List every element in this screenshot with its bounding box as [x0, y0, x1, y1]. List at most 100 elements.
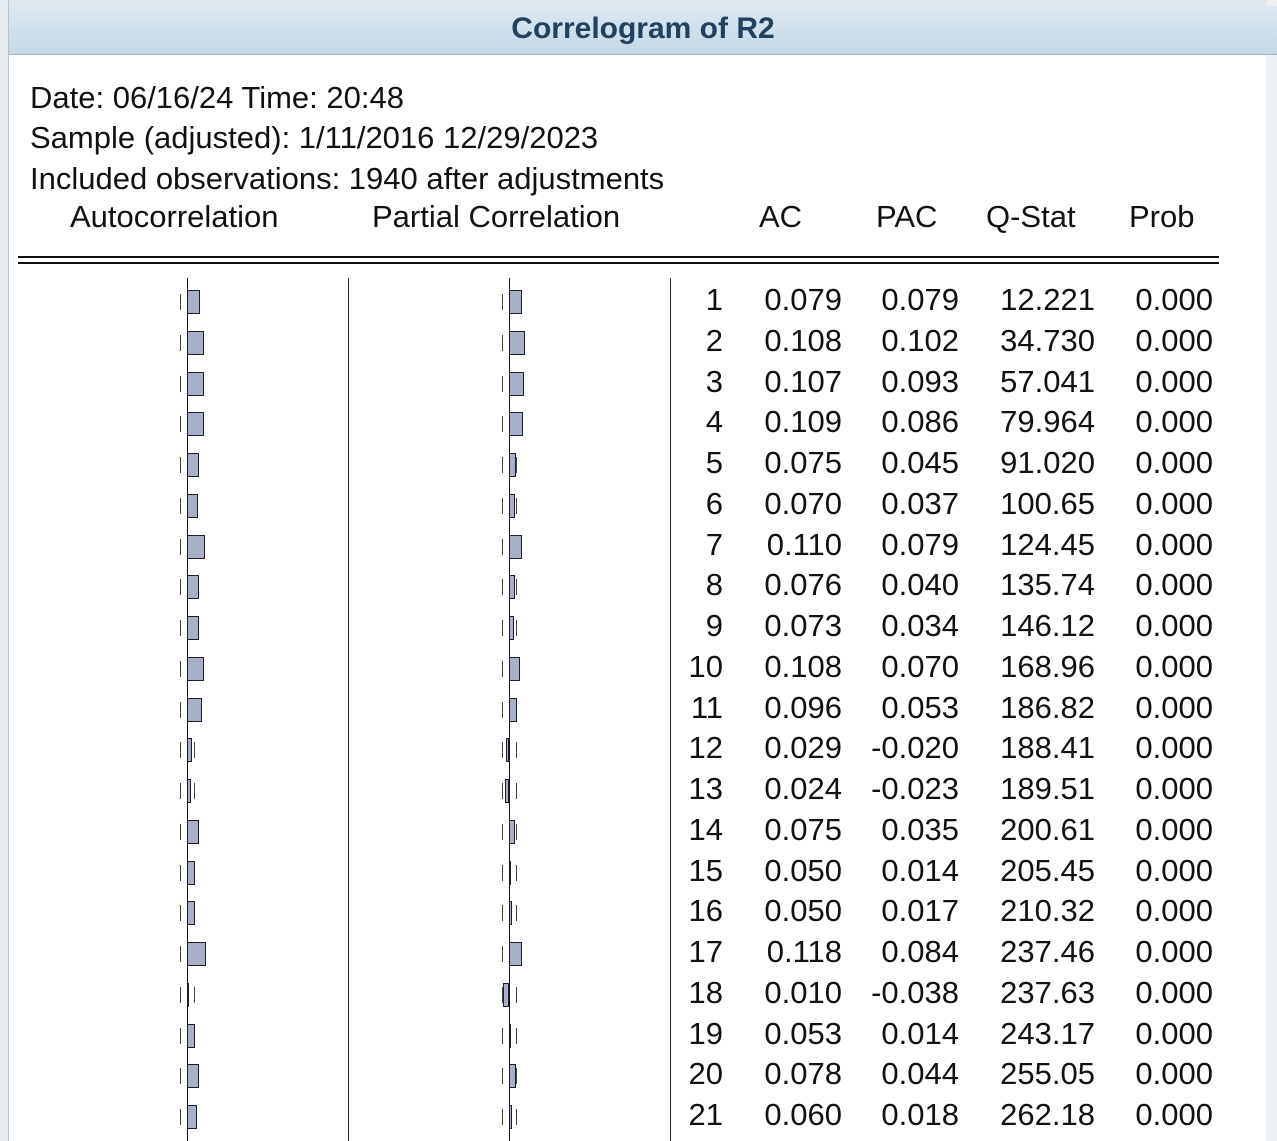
cell-qstat: 146.12: [1000, 608, 1095, 643]
cell-qstat: 12.221: [1000, 282, 1095, 317]
acf-significance-mark: [180, 986, 181, 1003]
pacf-significance-mark: [502, 946, 503, 962]
cell-pac: 0.037: [881, 485, 959, 521]
col-qstat: Q-Stat: [986, 199, 1076, 234]
pacf-bar: [509, 819, 515, 844]
cell-lag: 7: [705, 526, 723, 562]
cell-prob: 0.000: [1135, 811, 1213, 847]
acf-significance-mark: [180, 1027, 181, 1044]
acf-significance-mark: [180, 416, 181, 433]
acf-bar: [187, 942, 206, 966]
acf-bar: [187, 453, 199, 477]
acf-bar: [187, 493, 199, 518]
acf-bar: [187, 656, 205, 681]
acf-bar: [187, 290, 200, 314]
pacf-bar: [509, 901, 512, 926]
cell-pac: 0.045: [881, 445, 959, 480]
cell-ac: 0.108: [764, 648, 842, 684]
pacf-significance-mark: [516, 620, 517, 636]
cell-qstat: 237.63: [1000, 974, 1095, 1010]
pacf-significance-mark: [502, 742, 503, 759]
header-observations: Included observations: 1940 after adjust…: [30, 161, 665, 196]
acf-significance-mark: [194, 783, 195, 799]
cell-ac: 0.050: [764, 852, 842, 888]
cell-ac: 0.075: [764, 445, 842, 480]
pacf-significance-mark: [502, 701, 503, 718]
cell-lag: 21: [688, 1097, 723, 1132]
cell-prob: 0.000: [1135, 404, 1213, 440]
cell-lag: 11: [690, 689, 723, 725]
cell-lag: 18: [688, 974, 723, 1010]
acf-significance-mark: [180, 375, 181, 392]
pacf-significance-mark: [502, 457, 503, 473]
pacf-bar: [509, 860, 512, 885]
acf-significance-mark: [180, 497, 181, 514]
cell-lag: 19: [688, 1015, 723, 1051]
acf-significance-mark: [180, 905, 181, 922]
cell-qstat: 243.17: [1000, 1015, 1095, 1051]
cell-qstat: 124.45: [1000, 526, 1095, 562]
col-partial-correlation: Partial Correlation: [372, 199, 621, 234]
cell-lag: 6: [705, 485, 723, 521]
pacf-significance-mark: [516, 783, 517, 799]
acf-significance-mark: [194, 986, 195, 1003]
col-autocorrelation: Autocorrelation: [70, 199, 279, 234]
pacf-bar: [509, 534, 522, 559]
cell-ac: 0.078: [764, 1056, 842, 1092]
pacf-significance-mark: [516, 905, 517, 922]
cell-qstat: 262.18: [1000, 1097, 1095, 1132]
pacf-significance-mark: [516, 497, 517, 514]
acf-bar: [187, 371, 205, 396]
cell-ac: 0.075: [764, 811, 842, 847]
acf-bar: [187, 616, 199, 640]
pacf-bar: [509, 697, 518, 722]
pacf-significance-mark: [502, 579, 503, 596]
cell-lag: 3: [705, 363, 723, 399]
acf-significance-mark: [180, 701, 181, 718]
cell-ac: 0.010: [764, 974, 842, 1010]
cell-qstat: 79.964: [1000, 404, 1095, 440]
header-date-time: Date: 06/16/24 Time: 20:48: [30, 80, 404, 115]
pacf-significance-mark: [502, 783, 503, 799]
cell-prob: 0.000: [1135, 934, 1213, 969]
pacf-significance-mark: [502, 864, 503, 881]
col-ac: AC: [759, 199, 803, 234]
cell-lag: 4: [705, 404, 723, 440]
cell-prob: 0.000: [1135, 1097, 1213, 1132]
cell-pac: 0.053: [881, 689, 959, 725]
pacf-bar: [509, 616, 515, 640]
cell-qstat: 34.730: [1000, 322, 1095, 358]
cell-qstat: 189.51: [1000, 771, 1095, 806]
cell-lag: 17: [688, 934, 723, 969]
cell-pac: 0.040: [881, 567, 959, 603]
acf-bar: [187, 860, 195, 885]
cell-ac: 0.079: [764, 282, 842, 317]
cell-pac: 0.079: [881, 282, 959, 317]
header-rule-bottom: [18, 262, 1219, 264]
pacf-bar: [509, 575, 516, 600]
pacf-significance-mark: [502, 375, 503, 392]
acf-significance-mark: [194, 742, 195, 759]
divider-plot-table: [670, 278, 671, 1141]
cell-lag: 1: [705, 282, 723, 317]
cell-pac: -0.038: [871, 974, 959, 1010]
cell-lag: 13: [688, 771, 723, 806]
pacf-significance-mark: [502, 823, 503, 840]
cell-prob: 0.000: [1135, 322, 1213, 358]
cell-ac: 0.109: [764, 404, 842, 440]
cell-ac: 0.108: [764, 322, 842, 358]
cell-lag: 12: [688, 730, 723, 766]
cell-lag: 15: [688, 852, 723, 888]
cell-pac: 0.034: [881, 608, 959, 643]
acf-significance-mark: [180, 1109, 181, 1125]
pacf-bar: [509, 493, 515, 518]
cell-prob: 0.000: [1135, 282, 1213, 317]
cell-ac: 0.053: [764, 1015, 842, 1051]
acf-significance-mark: [180, 457, 181, 473]
acf-significance-mark: [180, 334, 181, 351]
cell-prob: 0.000: [1135, 852, 1213, 888]
col-prob: Prob: [1129, 199, 1195, 234]
cell-lag: 20: [688, 1056, 723, 1092]
cell-pac: 0.017: [881, 893, 959, 929]
cell-qstat: 168.96: [1000, 648, 1095, 684]
